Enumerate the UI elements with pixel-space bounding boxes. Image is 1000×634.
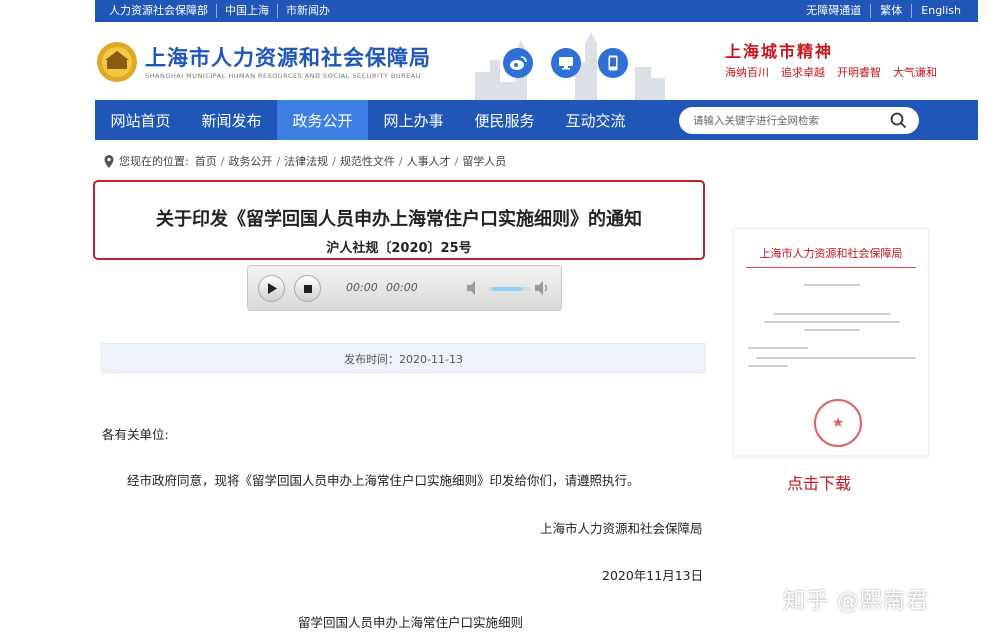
volume-max-icon[interactable] [534,280,550,296]
preview-text-line [748,347,808,349]
breadcrumb-government-affairs[interactable]: 政务公开 [228,153,272,169]
document-preview-thumbnail[interactable]: 上海市人力资源和社会保障局 ★ [733,228,929,456]
stop-button[interactable] [294,275,321,302]
current-time: 00:00 [346,281,378,294]
site-header: 上海市人力资源和社会保障局 SHANGHAI MUNICIPAL HUMAN R… [95,22,978,100]
breadcrumb: 您现在的位置: 首页 / 政务公开 / 法律法规 / 规范性文件 / 人事人才 … [104,153,506,169]
nav-news[interactable]: 新闻发布 [186,100,277,140]
breadcrumb-personnel[interactable]: 人事人才 [407,153,451,169]
duration: 00:00 [386,281,418,294]
link-china-shanghai[interactable]: 中国上海 [217,4,278,18]
search-icon[interactable] [890,112,907,129]
nav-interaction[interactable]: 互动交流 [550,100,641,140]
download-link[interactable]: 点击下载 [787,470,851,494]
document-number: 沪人社规〔2020〕25号 [326,241,472,256]
salutation: 各有关单位: [102,427,169,442]
slogan-item: 开明睿智 [837,66,881,79]
breadcrumb-normative-docs[interactable]: 规范性文件 [340,153,395,169]
desktop-icon [559,57,573,70]
mobile-site-button[interactable] [598,48,628,78]
city-spirit-title: 上海城市精神 [725,42,834,61]
preview-text-line [774,313,890,315]
nav-government-affairs[interactable]: 政务公开 [277,100,368,140]
preview-divider [746,267,916,268]
regulation-title: 留学回国人员申办上海常住户口实施细则 [298,615,524,630]
volume-slider[interactable] [488,284,530,294]
issuer-signature: 上海市人力资源和社会保障局 [540,521,703,536]
breadcrumb-separator: / [220,154,225,168]
breadcrumb-separator: / [454,154,459,168]
nav-home[interactable]: 网站首页 [95,100,186,140]
play-button[interactable] [258,275,285,302]
preview-text-line [804,329,860,331]
site-search[interactable]: 请输入关键字进行全网检索 [679,107,919,134]
breadcrumb-label: 您现在的位置: [119,155,189,168]
top-links-left: 人力资源社会保障部 中国上海 市新闻办 [101,4,338,18]
breadcrumb-laws[interactable]: 法律法规 [284,153,328,169]
preview-text-line [748,365,788,367]
link-press-office[interactable]: 市新闻办 [278,4,338,18]
breadcrumb-separator: / [398,154,403,168]
nav-public-services[interactable]: 便民服务 [459,100,550,140]
link-traditional-chinese[interactable]: 繁体 [871,4,913,18]
mute-icon[interactable] [466,280,482,296]
slogan-item: 海纳百川 [725,66,769,79]
issue-date: 2020年11月13日 [602,568,704,583]
top-utility-bar: 人力资源社会保障部 中国上海 市新闻办 无障碍通道 繁体 English [95,0,978,22]
official-seal-icon: ★ [814,399,862,447]
location-pin-icon [104,154,114,168]
site-name-english: SHANGHAI MUNICIPAL HUMAN RESOURCES AND S… [145,72,421,80]
weibo-icon [510,56,527,70]
site-name[interactable]: 上海市人力资源和社会保障局 [145,42,431,72]
slogan-item: 追求卓越 [781,66,825,79]
breadcrumb-separator: / [332,154,336,168]
breadcrumb-overseas-students[interactable]: 留学人员 [462,153,506,169]
play-icon [267,283,277,294]
mobile-icon [608,55,618,71]
preview-text-line [756,357,916,359]
zhihu-watermark: 知乎 @熙南君 [783,589,929,614]
link-mohrss[interactable]: 人力资源社会保障部 [101,4,217,18]
desktop-site-button[interactable] [551,48,581,78]
breadcrumb-home[interactable]: 首页 [195,153,217,169]
weibo-button[interactable] [503,48,533,78]
search-input[interactable]: 请输入关键字进行全网检索 [693,113,819,128]
article-title-box: 关于印发《留学回国人员申办上海常住户口实施细则》的通知 沪人社规〔2020〕25… [93,180,705,260]
link-english[interactable]: English [912,4,970,18]
stop-icon [303,284,312,293]
link-accessibility[interactable]: 无障碍通道 [797,4,872,18]
article-body-paragraph: 经市政府同意，现将《留学回国人员申办上海常住户口实施细则》印发给你们，请遵照执行… [127,473,640,488]
publish-time: 发布时间：2020-11-13 [344,353,463,366]
preview-header: 上海市人力资源和社会保障局 [759,247,903,260]
article-title: 关于印发《留学回国人员申办上海常住户口实施细则》的通知 [156,209,642,230]
bureau-logo-icon[interactable] [95,40,139,84]
nav-online-services[interactable]: 网上办事 [368,100,459,140]
slogan-item: 大气谦和 [893,66,937,79]
city-spirit-slogans: 海纳百川 追求卓越 开明睿智 大气谦和 [725,64,949,80]
breadcrumb-separator: / [276,154,281,168]
publish-date-bar: 发布时间：2020-11-13 [101,343,706,373]
top-links-right: 无障碍通道 繁体 English [797,4,970,18]
audio-player: 00:00 00:00 [247,265,562,311]
preview-text-line [764,321,900,323]
preview-text-line [804,284,860,286]
main-nav: 网站首页 新闻发布 政务公开 网上办事 便民服务 互动交流 请输入关键字进行全网… [95,100,978,140]
